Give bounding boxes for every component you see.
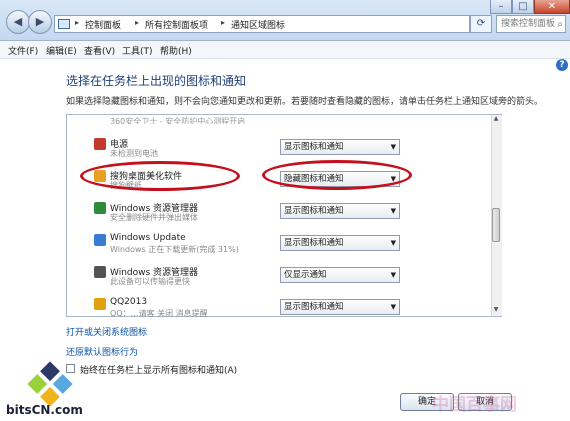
behavior-dropdown-value: 显示图标和通知 [284, 302, 344, 312]
behavior-dropdown[interactable]: 显示图标和通知 ▼ [280, 235, 400, 251]
page-title: 选择在任务栏上出现的图标和通知 [66, 74, 247, 88]
breadcrumb-control-panel[interactable]: 控制面板 [85, 18, 121, 31]
behavior-dropdown-value: 显示图标和通知 [284, 206, 344, 216]
close-button[interactable]: ✕ [534, 0, 570, 14]
list-item-description: 此设备可以传输得更快 [110, 277, 190, 286]
back-button[interactable]: ◀ [6, 10, 30, 34]
usb-icon [94, 266, 106, 278]
maximize-button[interactable]: □ [512, 0, 534, 14]
breadcrumb-notification-icons[interactable]: 通知区域图标 [231, 18, 285, 31]
breadcrumb-all-items[interactable]: 所有控制面板项 [145, 18, 208, 31]
power-icon [94, 138, 106, 150]
menu-help[interactable]: 帮助(H) [160, 44, 192, 57]
chevron-down-icon: ▼ [390, 207, 396, 215]
forward-button[interactable]: ▶ [28, 10, 52, 34]
page-description: 如果选择隐藏图标和通知，则不会向您通知更改和更新。若要随时查看隐藏的图标，请单击… [66, 97, 544, 107]
list-item-name: Windows Update [110, 233, 186, 243]
menu-edit[interactable]: 编辑(E) [46, 44, 77, 57]
menu-file[interactable]: 文件(F) [8, 44, 38, 57]
chevron-down-icon: ▼ [390, 143, 396, 151]
highlight-ellipse-behavior [262, 160, 412, 190]
logo-text: bitsCN.com [6, 403, 83, 417]
address-field[interactable]: ▸ 控制面板 ▸ 所有控制面板项 ▸ 通知区域图标 [54, 15, 470, 33]
refresh-button[interactable]: ⟳ [470, 15, 492, 33]
address-bar: ◀ ▶ ▸ 控制面板 ▸ 所有控制面板项 ▸ 通知区域图标 ⟳ 搜索控制面板 ⌕… [0, 0, 570, 41]
chevron-down-icon: ▼ [390, 239, 396, 247]
scrollbar-thumb[interactable] [492, 208, 500, 242]
restore-default-behavior-link[interactable]: 还原默认图标行为 [66, 345, 138, 358]
list-item-cut-off: 360安全卫士 - 安全防护中心测程开启 [110, 117, 246, 124]
menu-bar: 文件(F) 编辑(E) 查看(V) 工具(T) 帮助(H) [0, 41, 570, 59]
highlight-ellipse-app-name [80, 161, 240, 191]
control-panel-icon [58, 19, 70, 29]
chevron-down-icon: ▼ [390, 303, 396, 311]
list-item-description: 安全删除硬件并弹出媒体 [110, 213, 198, 222]
qq-icon [94, 298, 106, 310]
usb-safe-remove-icon [94, 202, 106, 214]
behavior-dropdown[interactable]: 显示图标和通知 ▼ [280, 299, 400, 315]
behavior-dropdown[interactable]: 显示图标和通知 ▼ [280, 203, 400, 219]
behavior-dropdown[interactable]: 仅显示通知 ▼ [280, 267, 400, 283]
behavior-dropdown-value: 显示图标和通知 [284, 142, 344, 152]
menu-view[interactable]: 查看(V) [84, 44, 115, 57]
always-show-all-label: 始终在任务栏上显示所有图标和通知(A) [80, 366, 238, 376]
behavior-dropdown-value: 仅显示通知 [284, 270, 327, 280]
breadcrumb-separator: ▸ [221, 18, 226, 27]
breadcrumb-separator: ▸ [135, 18, 140, 27]
search-icon: ⌕ [557, 19, 563, 30]
minimize-button[interactable]: – [490, 0, 512, 14]
behavior-dropdown[interactable]: 显示图标和通知 ▼ [280, 139, 400, 155]
refresh-icon: ⟳ [476, 18, 486, 29]
help-icon[interactable]: ? [556, 59, 568, 71]
behavior-dropdown-value: 显示图标和通知 [284, 238, 344, 248]
search-placeholder: 搜索控制面板 [501, 19, 556, 29]
list-item-description: Windows 正在下载更新(完成 31%) [110, 245, 239, 254]
list-item-description: QQ：…请客 关闭 消息提醒 [110, 309, 208, 318]
menu-tools[interactable]: 工具(T) [122, 44, 153, 57]
toggle-system-icons-link[interactable]: 打开或关闭系统图标 [66, 325, 147, 338]
breadcrumb-separator: ▸ [75, 18, 80, 27]
watermark-text: 中国百事网 [432, 395, 517, 415]
scroll-up-arrow-icon[interactable]: ▲ [491, 115, 501, 125]
search-input[interactable]: 搜索控制面板 ⌕ [496, 15, 566, 33]
list-item-name: QQ2013 [110, 297, 148, 307]
list-item-description: 未检测到电池 [110, 149, 158, 158]
windows-update-icon [94, 234, 106, 246]
scroll-down-arrow-icon[interactable]: ▼ [491, 306, 501, 316]
chevron-down-icon: ▼ [390, 271, 396, 279]
